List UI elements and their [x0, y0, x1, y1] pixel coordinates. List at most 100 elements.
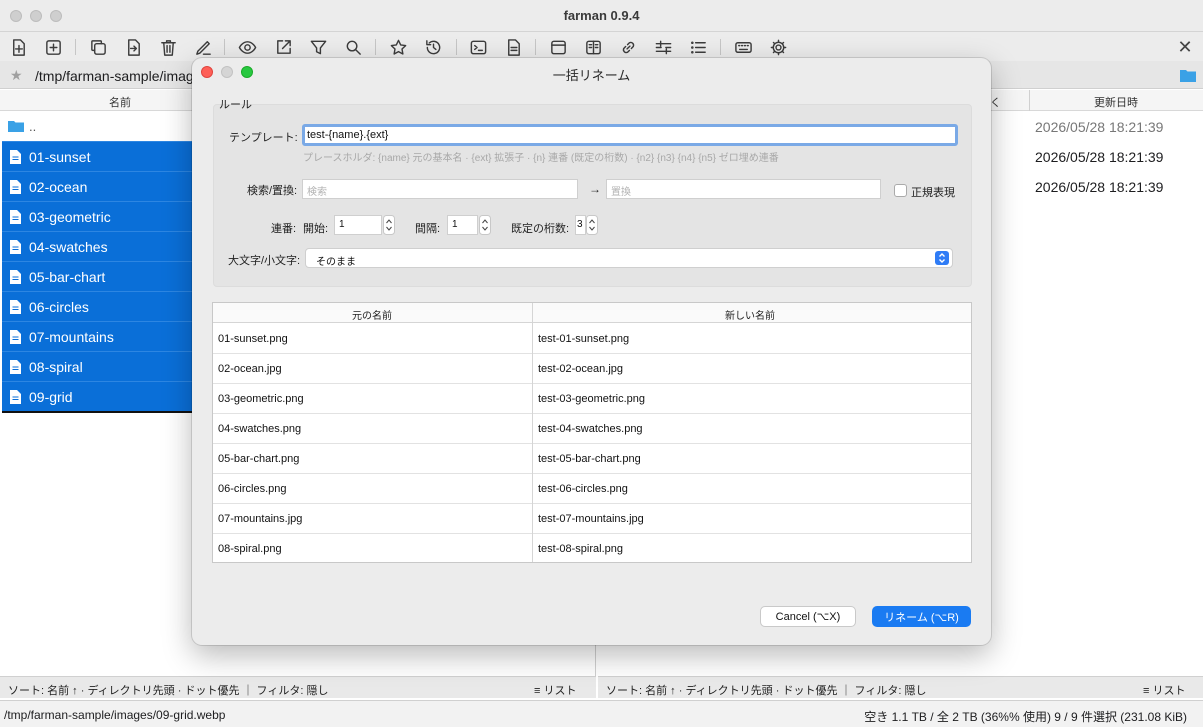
left-view-mode[interactable]: ≡ リスト	[534, 682, 576, 698]
start-input[interactable]: 1	[334, 215, 382, 235]
file-icon	[10, 210, 21, 224]
close-icon[interactable]: ✕	[1173, 35, 1197, 59]
trash-icon[interactable]	[156, 35, 180, 59]
column-date-header[interactable]: 更新日時	[1094, 94, 1138, 110]
move-icon[interactable]	[121, 35, 145, 59]
file-row[interactable]: 09-grid	[2, 381, 192, 411]
table-row[interactable]: 07-mountains.jpg test-07-mountains.jpg	[213, 504, 971, 534]
original-name-cell: 05-bar-chart.png	[218, 453, 300, 465]
favorite-star-icon[interactable]: ★	[10, 67, 23, 84]
rename-button[interactable]: リネーム (⌥R)	[872, 606, 971, 627]
toolbar: ✕	[0, 32, 1203, 61]
new-file-icon[interactable]	[6, 35, 30, 59]
file-icon	[10, 150, 21, 164]
document-icon[interactable]	[501, 35, 525, 59]
digits-input[interactable]: 3	[575, 215, 586, 235]
left-path-text[interactable]: /tmp/farman-sample/images	[35, 68, 209, 84]
col-original-header[interactable]: 元の名前	[352, 307, 392, 322]
file-row[interactable]: 03-geometric	[2, 201, 192, 231]
search-replace-label: 検索/置換:	[247, 185, 298, 197]
file-icon	[10, 390, 21, 404]
new-name-cell: test-03-geometric.png	[538, 393, 645, 405]
date-cell: 2026/05/28 18:21:39	[1035, 119, 1164, 135]
original-name-cell: 08-spiral.png	[218, 543, 282, 555]
placeholder-hint: プレースホルダ: {name} 元の基本名 · {ext} 拡張子 · {n} …	[303, 153, 779, 164]
window-title: farman 0.9.4	[563, 8, 640, 23]
view-icon[interactable]	[235, 35, 259, 59]
file-icon	[10, 300, 21, 314]
case-select-value: そのまま	[316, 257, 356, 268]
right-sort-info: ソート: 名前 ↑ · ディレクトリ先頭 · ドット優先 ｜ フィルタ: 隠し	[606, 685, 927, 697]
keyboard-icon[interactable]	[731, 35, 755, 59]
case-label: 大文字/小文字:	[228, 255, 301, 267]
title-bar: farman 0.9.4	[0, 0, 1203, 32]
open-external-icon[interactable]	[271, 35, 295, 59]
new-name-cell: test-08-spiral.png	[538, 543, 623, 555]
right-view-mode[interactable]: ≡ リスト	[1143, 682, 1185, 698]
new-name-cell: test-07-mountains.jpg	[538, 513, 644, 525]
right-pane-footer: ソート: 名前 ↑ · ディレクトリ先頭 · ドット優先 ｜ フィルタ: 隠し …	[598, 676, 1203, 698]
folder-icon[interactable]	[1180, 68, 1196, 82]
file-row[interactable]: 01-sunset	[2, 141, 192, 171]
book-icon[interactable]	[581, 35, 605, 59]
sequence-label: 連番:	[271, 223, 297, 235]
original-name-cell: 02-ocean.jpg	[218, 363, 282, 375]
dialog-title: 一括リネーム	[552, 68, 631, 83]
digits-stepper[interactable]	[586, 215, 598, 235]
case-select[interactable]: そのまま	[305, 248, 953, 268]
column-name-header[interactable]: 名前	[109, 94, 131, 110]
file-icon	[10, 330, 21, 344]
original-name-cell: 06-circles.png	[218, 483, 287, 495]
new-folder-icon[interactable]	[41, 35, 65, 59]
start-stepper[interactable]	[383, 215, 395, 235]
step-input[interactable]: 1	[447, 215, 478, 235]
history-icon[interactable]	[421, 35, 445, 59]
regex-checkbox[interactable]	[894, 184, 907, 197]
gear-icon[interactable]	[766, 35, 790, 59]
template-label: テンプレート:	[229, 132, 298, 144]
link-icon[interactable]	[616, 35, 640, 59]
cancel-button[interactable]: Cancel (⌥X)	[760, 606, 856, 627]
rename-icon[interactable]	[191, 35, 215, 59]
table-row[interactable]: 01-sunset.png test-01-sunset.png	[213, 324, 971, 354]
file-icon	[10, 360, 21, 374]
file-name: 01-sunset	[29, 149, 91, 165]
file-row[interactable]: 02-ocean	[2, 171, 192, 201]
template-input[interactable]: test-{name}.{ext}	[302, 124, 958, 146]
file-name: 09-grid	[29, 389, 73, 405]
file-row[interactable]: 07-mountains	[2, 321, 192, 351]
file-name: 02-ocean	[29, 179, 88, 195]
status-path: /tmp/farman-sample/images/09-grid.webp	[4, 708, 226, 722]
file-row[interactable]: 06-circles	[2, 291, 192, 321]
table-row[interactable]: 04-swatches.png test-04-swatches.png	[213, 414, 971, 444]
left-sort-info: ソート: 名前 ↑ · ディレクトリ先頭 · ドット優先 ｜ フィルタ: 隠し	[8, 685, 329, 697]
original-name-cell: 01-sunset.png	[218, 333, 288, 345]
table-row[interactable]: 08-spiral.png test-08-spiral.png	[213, 534, 971, 562]
table-row[interactable]: 05-bar-chart.png test-05-bar-chart.png	[213, 444, 971, 474]
list-icon[interactable]	[686, 35, 710, 59]
replace-input[interactable]: 置換	[606, 179, 881, 199]
table-row[interactable]: 06-circles.png test-06-circles.png	[213, 474, 971, 504]
terminal-icon[interactable]	[466, 35, 490, 59]
table-row[interactable]: 03-geometric.png test-03-geometric.png	[213, 384, 971, 414]
bookmark-icon[interactable]	[386, 35, 410, 59]
file-name: 03-geometric	[29, 209, 111, 225]
compare-icon[interactable]	[651, 35, 675, 59]
file-name: 06-circles	[29, 299, 89, 315]
parent-directory-row[interactable]: ..	[2, 111, 192, 141]
file-name: 07-mountains	[29, 329, 114, 345]
file-icon	[10, 180, 21, 194]
search-input[interactable]: 検索	[302, 179, 578, 199]
file-row[interactable]: 08-spiral	[2, 351, 192, 381]
search-icon[interactable]	[341, 35, 365, 59]
copy-icon[interactable]	[86, 35, 110, 59]
table-row[interactable]: 02-ocean.jpg test-02-ocean.jpg	[213, 354, 971, 384]
col-new-header[interactable]: 新しい名前	[725, 307, 775, 322]
rename-preview-table: 元の名前 新しい名前 01-sunset.png test-01-sunset.p…	[212, 302, 972, 563]
filter-icon[interactable]	[306, 35, 330, 59]
new-name-cell: test-06-circles.png	[538, 483, 628, 495]
file-row[interactable]: 04-swatches	[2, 231, 192, 261]
file-row[interactable]: 05-bar-chart	[2, 261, 192, 291]
layout-icon[interactable]	[546, 35, 570, 59]
step-stepper[interactable]	[479, 215, 491, 235]
